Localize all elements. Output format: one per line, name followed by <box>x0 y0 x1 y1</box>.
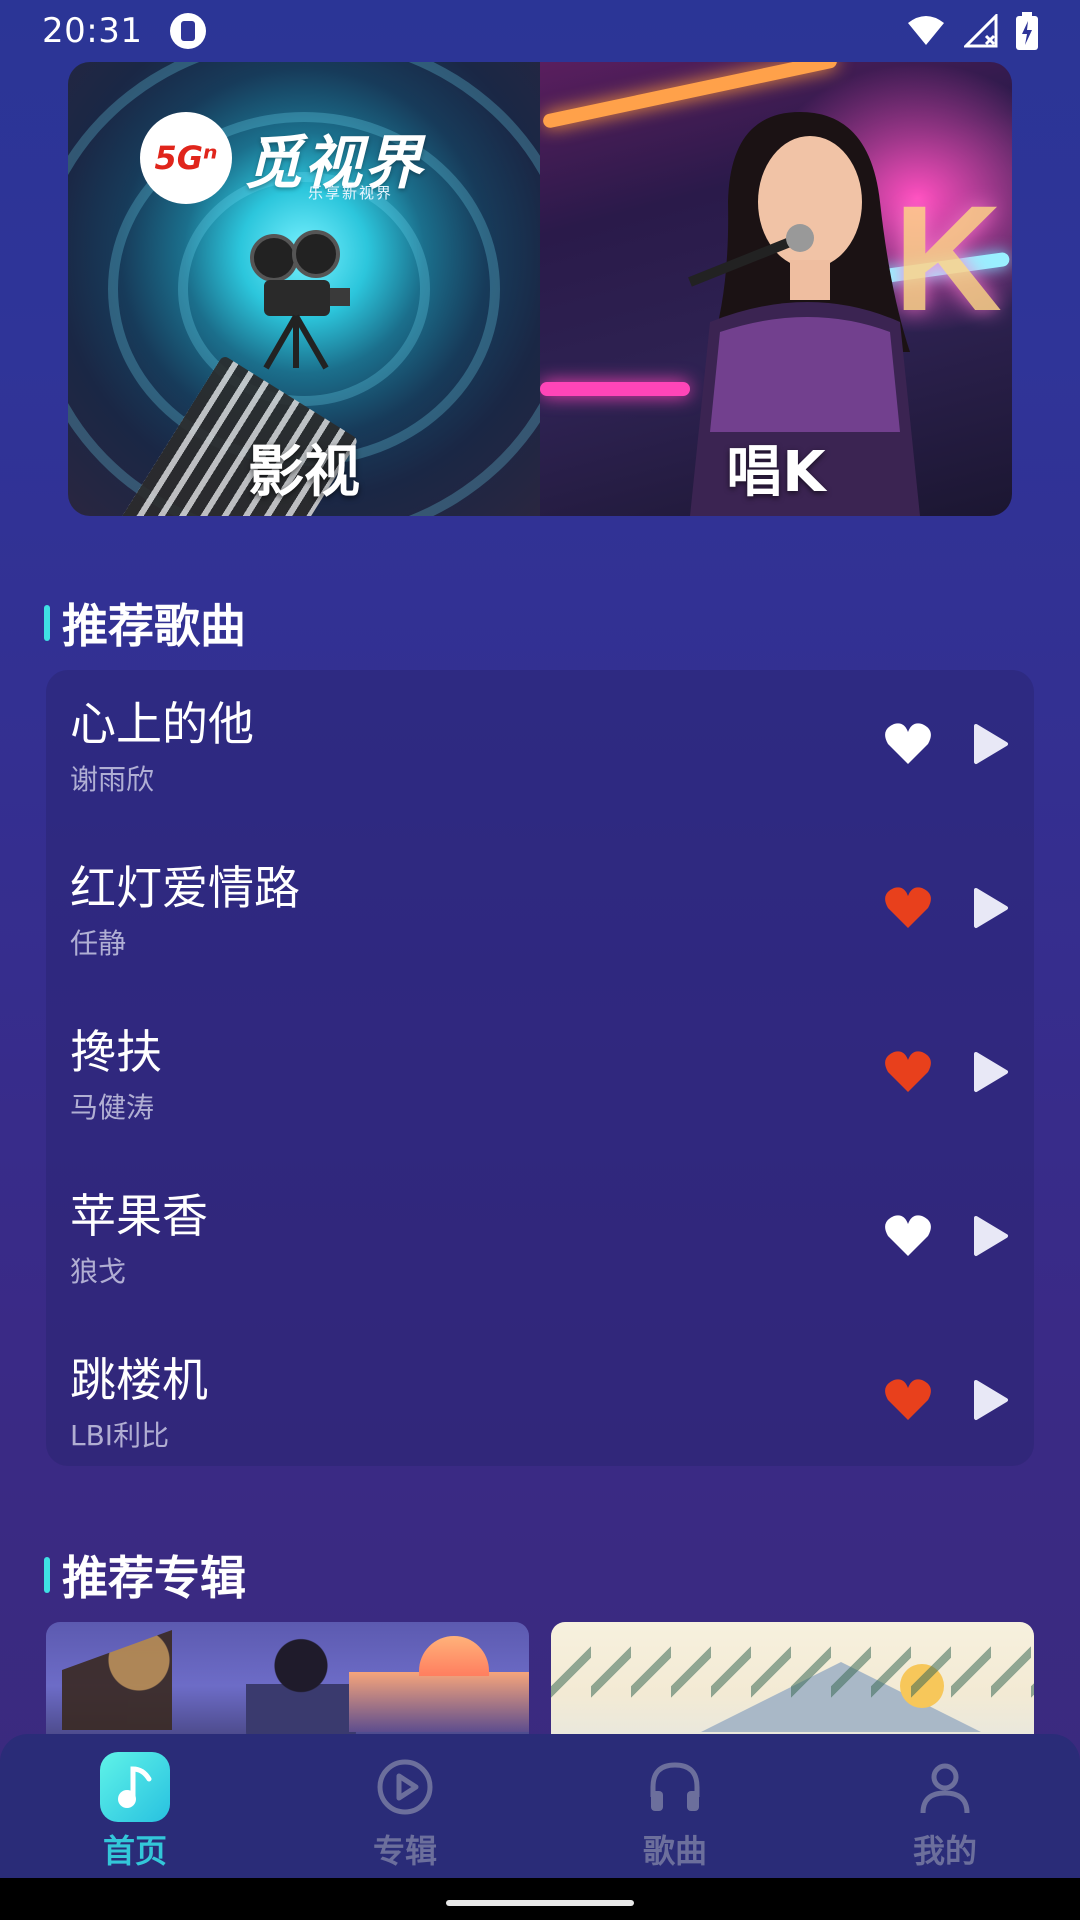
song-title: 跳楼机 <box>70 1353 208 1407</box>
nav-item-albums[interactable]: 专辑 <box>270 1734 540 1878</box>
play-icon[interactable] <box>970 1050 1010 1094</box>
song-title: 心上的他 <box>70 697 254 751</box>
song-row[interactable]: 红灯爱情路 任静 <box>46 834 1034 998</box>
video-banner-label: 影视 <box>248 440 360 505</box>
album-list <box>46 1622 1034 1782</box>
film-projector-icon <box>250 230 350 370</box>
headphones-icon <box>640 1752 710 1822</box>
nav-label: 首页 <box>102 1832 167 1870</box>
karaoke-banner-label: 唱K <box>726 440 826 505</box>
play-icon[interactable] <box>970 1378 1010 1422</box>
play-icon[interactable] <box>970 722 1010 766</box>
nav-label: 我的 <box>912 1832 977 1870</box>
recommended-albums-heading: 推荐专辑 <box>44 1542 246 1608</box>
section-accent-bar <box>44 1557 50 1593</box>
song-artist: 马健涛 <box>70 1091 155 1124</box>
status-time: 20:31 <box>42 11 143 51</box>
battery-icon <box>1016 12 1038 50</box>
feature-banners: 5Gⁿ 觅视界 乐享新视界 影视 K 唱K <box>68 62 1012 516</box>
song-row[interactable]: 苹果香 狼戈 <box>46 1162 1034 1326</box>
song-title: 苹果香 <box>70 1189 208 1243</box>
song-row[interactable]: 搀扶 马健涛 <box>46 998 1034 1162</box>
section-accent-bar <box>44 605 50 641</box>
wifi-icon <box>908 16 944 45</box>
5g-badge: 5Gⁿ <box>140 112 232 204</box>
nav-label: 歌曲 <box>642 1832 707 1870</box>
song-row[interactable]: 跳楼机 LBI利比 <box>46 1326 1034 1490</box>
bottom-navigation: 首页 专辑 歌曲 我的 <box>0 1734 1080 1878</box>
favorite-heart-icon[interactable] <box>884 722 932 766</box>
gramophone-illustration <box>62 1630 172 1730</box>
song-artist: 任静 <box>70 927 127 960</box>
nav-item-songs[interactable]: 歌曲 <box>540 1734 810 1878</box>
play-icon[interactable] <box>970 1214 1010 1258</box>
brand-slogan: 乐享新视界 <box>308 184 394 202</box>
signal-icon <box>964 14 998 48</box>
status-bar: 20:31 <box>0 0 1080 62</box>
person-icon <box>910 1752 980 1822</box>
home-gesture-handle[interactable] <box>446 1900 634 1906</box>
play-icon[interactable] <box>970 886 1010 930</box>
app-notification-icon <box>170 13 207 49</box>
section-heading-text: 推荐歌曲 <box>62 599 246 653</box>
favorite-heart-icon[interactable] <box>884 886 932 930</box>
song-title: 搀扶 <box>70 1025 162 1079</box>
section-heading-text: 推荐专辑 <box>62 1551 246 1605</box>
song-artist: 谢雨欣 <box>70 763 155 796</box>
sea-illustration <box>349 1672 529 1732</box>
sunset-illustration <box>419 1636 489 1676</box>
favorite-heart-icon[interactable] <box>884 1214 932 1258</box>
song-list: 心上的他 谢雨欣 红灯爱情路 任静 搀扶 马健涛 苹果香 狼戈 跳楼机 LBI利… <box>46 670 1034 1466</box>
nav-item-profile[interactable]: 我的 <box>810 1734 1080 1878</box>
song-artist: 狼戈 <box>70 1255 127 1288</box>
status-icons <box>906 12 1038 50</box>
nav-label: 专辑 <box>372 1832 437 1870</box>
nav-item-home[interactable]: 首页 <box>0 1734 270 1878</box>
favorite-heart-icon[interactable] <box>884 1050 932 1094</box>
music-note-icon <box>100 1752 170 1822</box>
song-title: 红灯爱情路 <box>70 861 300 915</box>
system-navigation-bar <box>0 1878 1080 1920</box>
recommended-songs-heading: 推荐歌曲 <box>44 590 246 656</box>
karaoke-banner[interactable]: K 唱K <box>540 62 1012 516</box>
song-row[interactable]: 心上的他 谢雨欣 <box>46 670 1034 834</box>
favorite-heart-icon[interactable] <box>884 1378 932 1422</box>
song-artist: LBI利比 <box>70 1419 170 1452</box>
play-circle-icon <box>370 1752 440 1822</box>
video-banner[interactable]: 5Gⁿ 觅视界 乐享新视界 影视 <box>68 62 540 516</box>
